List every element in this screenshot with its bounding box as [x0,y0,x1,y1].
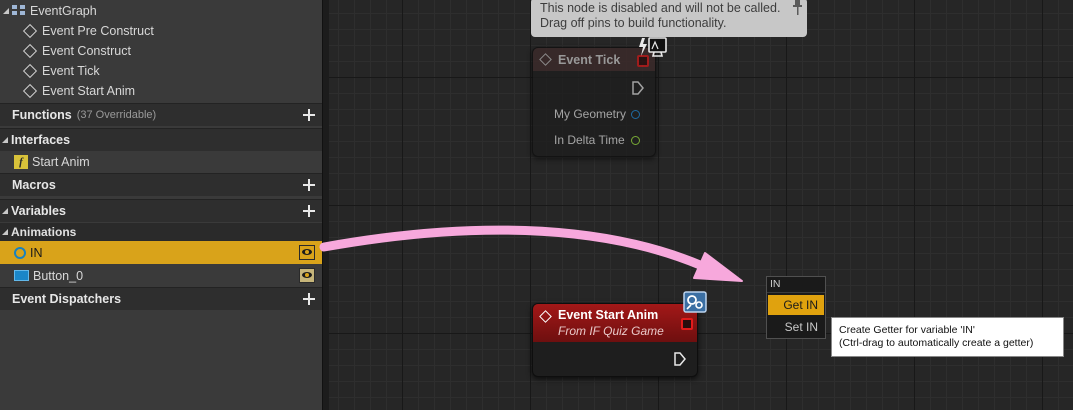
exec-output-pin[interactable] [632,81,644,95]
menu-item-get[interactable]: Get IN [768,295,824,315]
section-event-dispatchers[interactable]: Event Dispatchers [0,287,322,310]
menu-item-set[interactable]: Set IN [768,317,824,337]
event-diamond-icon [539,310,552,323]
add-variable-icon[interactable] [302,204,316,218]
event-start-anim-node[interactable]: Event Start Anim From IF Quiz Game [532,303,698,377]
interface-start-anim[interactable]: f Start Anim [0,151,322,172]
tooltip-line: (Ctrl-drag to automatically create a get… [839,337,1034,349]
in-delta-time-pin[interactable] [631,136,640,145]
section-macros-label: Macros [12,178,56,192]
event-tick-title: Event Tick [558,52,621,67]
category-animations[interactable]: Animations [0,223,322,241]
tree-eventgraph-label: EventGraph [30,4,97,18]
event-diamond-icon [22,63,38,79]
variable-in[interactable]: IN [0,241,322,264]
delegate-pin[interactable] [681,318,693,330]
event-diamond-icon [22,83,38,99]
disabled-node-tooltip: This node is disabled and will not be ca… [531,0,807,37]
variable-name: IN [30,245,43,260]
function-icon: f [14,154,28,169]
tooltip-line: Create Getter for variable 'IN' [839,324,975,336]
tree-event-label: Event Tick [42,64,100,78]
section-functions-label: Functions [12,108,72,122]
my-blueprint-panel: EventGraph Event Pre Construct Event Con… [0,0,322,410]
widget-variable-icon [14,270,29,281]
add-macro-icon[interactable] [302,178,316,192]
collapse-triangle-icon[interactable] [2,137,8,143]
variable-button-0[interactable]: Button_0 [0,264,322,287]
event-start-anim-header[interactable]: Event Start Anim From IF Quiz Game [533,304,697,342]
functions-count: (37 Overridable) [76,109,157,121]
tree-event-start-anim[interactable]: Event Start Anim [0,81,322,101]
panel-splitter[interactable] [322,0,329,410]
tree-eventgraph[interactable]: EventGraph [0,1,322,21]
tick-monitor-icon [639,37,667,57]
section-variables[interactable]: Variables [0,199,322,222]
add-function-icon[interactable] [302,108,316,122]
getter-tooltip: Create Getter for variable 'IN' (Ctrl-dr… [831,317,1064,357]
section-interfaces[interactable]: Interfaces [0,128,322,151]
event-diamond-icon [22,43,38,59]
tooltip-line: Drag off pins to build functionality. [540,16,727,30]
collapse-triangle-icon[interactable] [3,8,9,14]
collapse-triangle-icon[interactable] [2,208,8,214]
tree-event-construct[interactable]: Event Construct [0,41,322,61]
my-geometry-pin[interactable] [631,110,640,119]
tree-event-tick[interactable]: Event Tick [0,61,322,81]
tooltip-line: This node is disabled and will not be ca… [540,1,781,15]
graph-icon [12,5,26,17]
tree-event-label: Event Construct [42,44,131,58]
get-set-menu: IN Get IN Set IN [766,276,826,339]
eye-icon[interactable] [299,245,315,260]
tree-event-label: Event Start Anim [42,84,136,98]
section-event-dispatchers-label: Event Dispatchers [12,292,122,306]
category-animations-label: Animations [11,225,77,239]
section-variables-label: Variables [11,204,66,218]
collapse-triangle-icon[interactable] [2,229,8,235]
event-tick-node[interactable]: Event Tick My Geometry In Delta Time [532,47,656,157]
event-tick-header[interactable]: Event Tick [533,48,655,71]
event-start-anim-title: Event Start Anim [558,308,659,322]
interface-item-label: Start Anim [32,154,90,169]
variable-name: Button_0 [33,268,84,283]
event-diamond-icon [22,23,38,39]
pin-label: My Geometry [554,107,627,121]
menu-header: IN [767,277,825,293]
pin-label: In Delta Time [554,133,625,147]
event-diamond-icon [539,53,552,66]
section-interfaces-label: Interfaces [11,133,71,147]
section-functions[interactable]: Functions (37 Overridable) [0,103,322,126]
section-macros[interactable]: Macros [0,173,322,196]
add-event-dispatcher-icon[interactable] [302,292,316,306]
interface-icon [683,291,707,313]
event-start-anim-subtitle: From IF Quiz Game [558,324,664,338]
variable-type-icon [14,246,26,259]
tree-event-pre-construct[interactable]: Event Pre Construct [0,21,322,41]
exec-output-pin[interactable] [674,352,686,366]
tree-event-label: Event Pre Construct [42,24,154,38]
pin-icon[interactable] [793,0,802,16]
eye-icon[interactable] [299,268,315,283]
